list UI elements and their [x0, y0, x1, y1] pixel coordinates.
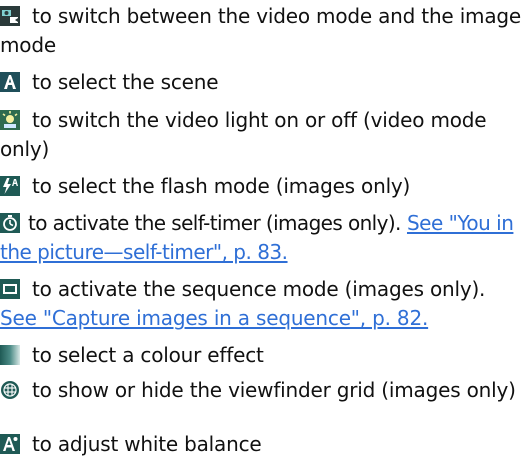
item-text: to select the scene: [32, 70, 219, 94]
viewfinder-grid-icon: [0, 380, 20, 400]
list-item: to show or hide the viewfinder grid (ima…: [0, 376, 522, 405]
list-item: to select the scene: [0, 68, 522, 97]
video-light-icon: [0, 110, 20, 130]
self-timer-icon: [0, 213, 20, 233]
item-text: to activate the self-timer (images only)…: [28, 211, 401, 235]
item-text: to activate the sequence mode (images on…: [32, 277, 486, 301]
sequence-reference-link[interactable]: See "Capture images in a sequence", p. 8…: [0, 306, 428, 330]
item-text: to select a colour effect: [32, 343, 264, 367]
item-text: to select the flash mode (images only): [32, 174, 411, 198]
scene-icon: [0, 72, 20, 92]
white-balance-icon: [0, 434, 20, 454]
item-text: to adjust white balance: [32, 432, 262, 456]
list-item: to activate the self-timer (images only)…: [0, 209, 522, 267]
list-item: to adjust white balance: [0, 430, 522, 459]
item-text: to switch the video light on or off (vid…: [0, 108, 487, 161]
colour-effect-icon: [0, 345, 20, 365]
sequence-mode-icon: [0, 279, 20, 299]
video-image-switch-icon: [0, 6, 20, 26]
item-text: to switch between the video mode and the…: [0, 4, 521, 57]
flash-mode-icon: [0, 176, 20, 196]
item-text: to show or hide the viewfinder grid (ima…: [32, 378, 516, 402]
list-item: to select a colour effect: [0, 341, 522, 370]
list-item: to switch between the video mode and the…: [0, 2, 522, 60]
list-item: to activate the sequence mode (images on…: [0, 275, 522, 333]
list-item: to switch the video light on or off (vid…: [0, 106, 522, 164]
list-item: to select the flash mode (images only): [0, 172, 522, 201]
